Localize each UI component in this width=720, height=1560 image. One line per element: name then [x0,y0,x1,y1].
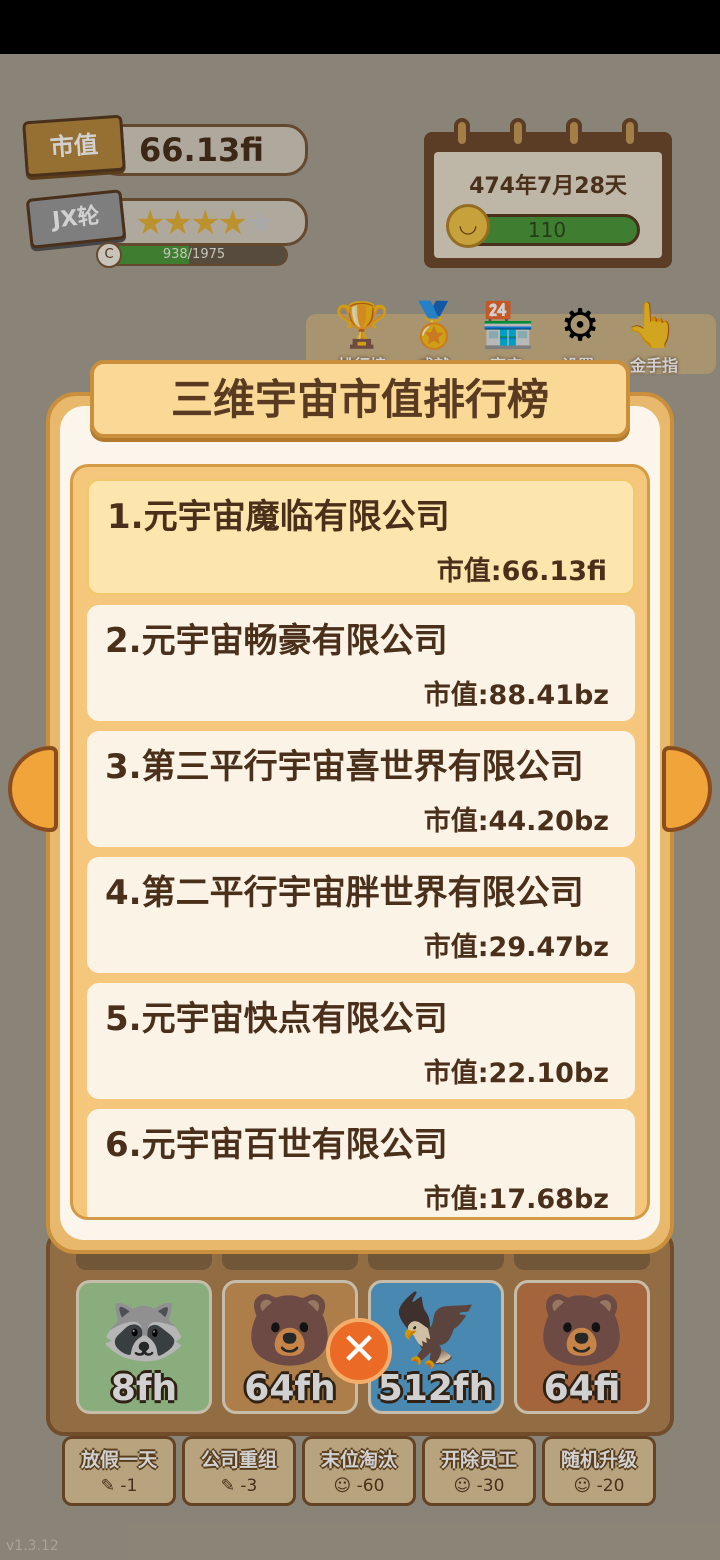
leaderboard-list[interactable]: 1.元宇宙魔临有限公司 市值:66.13fi 2.元宇宙畅豪有限公司 市值:88… [70,464,650,1220]
modal-title: 三维宇宙市值排行榜 [170,375,549,424]
company-value: 市值:88.41bz [423,680,609,711]
leaderboard-row[interactable]: 3.第三平行宇宙喜世界有限公司 市值:44.20bz [87,731,635,847]
close-button[interactable]: ✕ [326,1318,392,1384]
leaderboard-row[interactable]: 2.元宇宙畅豪有限公司 市值:88.41bz [87,605,635,721]
leaderboard-row[interactable]: 4.第二平行宇宙胖世界有限公司 市值:29.47bz [87,857,635,973]
status-bar [0,0,720,54]
leaderboard-scroll[interactable]: 1.元宇宙魔临有限公司 市值:66.13fi 2.元宇宙畅豪有限公司 市值:88… [73,467,647,1217]
company-value: 市值:22.10bz [423,1058,609,1089]
company-name: 3.第三平行宇宙喜世界有限公司 [105,747,584,787]
leaderboard-row[interactable]: 5.元宇宙快点有限公司 市值:22.10bz [87,983,635,1099]
company-value: 市值:66.13fi [436,556,607,587]
company-name: 1.元宇宙魔临有限公司 [107,497,450,537]
company-value: 市值:29.47bz [423,932,609,963]
company-name: 6.元宇宙百世有限公司 [105,1125,448,1165]
company-name: 2.元宇宙畅豪有限公司 [105,621,448,661]
company-value: 市值:17.68bz [423,1184,609,1215]
modal-title-banner: 三维宇宙市值排行榜 [90,360,630,438]
company-name: 5.元宇宙快点有限公司 [105,999,448,1039]
leaderboard-row[interactable]: 1.元宇宙魔临有限公司 市值:66.13fi [87,479,635,595]
leaderboard-row[interactable]: 6.元宇宙百世有限公司 市值:17.68bz [87,1109,635,1217]
company-value: 市值:44.20bz [423,806,609,837]
company-name: 4.第二平行宇宙胖世界有限公司 [105,873,584,913]
